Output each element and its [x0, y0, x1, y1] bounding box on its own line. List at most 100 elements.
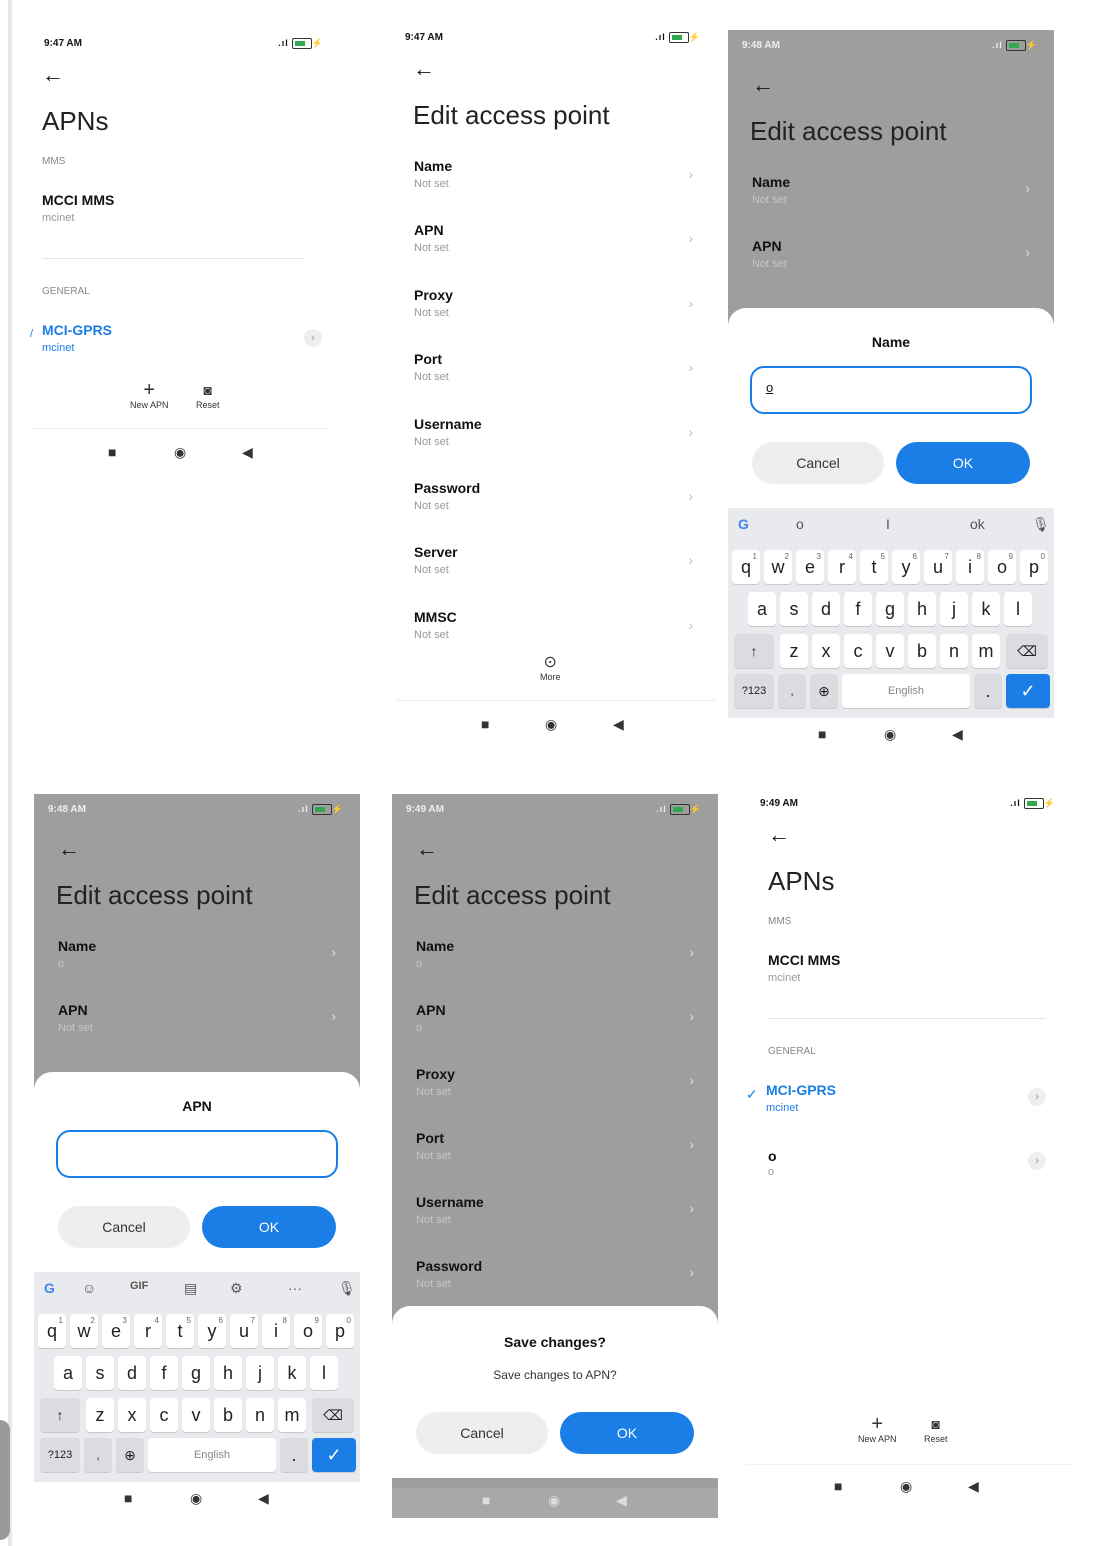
key-h[interactable]: h: [214, 1356, 242, 1390]
field-port[interactable]: Port: [414, 351, 442, 367]
period-key[interactable]: .: [280, 1438, 308, 1472]
apn-input[interactable]: [56, 1130, 338, 1178]
key-o[interactable]: o9: [988, 550, 1016, 584]
space-key[interactable]: English: [842, 674, 970, 708]
back-nav-icon[interactable]: ◀: [616, 1492, 627, 1509]
ok-button[interactable]: OK: [896, 442, 1030, 484]
back-arrow-icon[interactable]: ←: [42, 64, 64, 86]
field-name[interactable]: Name: [414, 158, 452, 174]
key-e[interactable]: e3: [796, 550, 824, 584]
field-username[interactable]: Username: [414, 416, 482, 432]
chevron-right-icon[interactable]: ›: [688, 359, 693, 375]
symbols-key[interactable]: ?123: [734, 674, 774, 708]
key-g[interactable]: g: [182, 1356, 210, 1390]
field-password[interactable]: Password: [414, 480, 480, 496]
key-o[interactable]: o9: [294, 1314, 322, 1348]
chevron-right-icon[interactable]: ›: [304, 329, 322, 347]
more-dots-icon[interactable]: ···: [288, 1280, 302, 1296]
chevron-right-icon[interactable]: ›: [688, 424, 693, 440]
key-k[interactable]: k: [278, 1356, 306, 1390]
chevron-right-icon[interactable]: ›: [688, 552, 693, 568]
key-x[interactable]: x: [118, 1398, 146, 1432]
mic-icon[interactable]: 🎙: [1032, 516, 1050, 533]
recents-icon[interactable]: ■: [482, 1492, 490, 1508]
suggestion[interactable]: ok: [970, 516, 985, 532]
enter-check-key[interactable]: ✓: [1006, 674, 1050, 708]
key-w[interactable]: w2: [764, 550, 792, 584]
home-icon[interactable]: ◉: [884, 726, 896, 743]
key-t[interactable]: t5: [860, 550, 888, 584]
backspace-icon[interactable]: ⌫: [312, 1398, 354, 1432]
globe-icon[interactable]: ⊕: [810, 674, 838, 708]
field-mmsc[interactable]: MMSC: [414, 609, 457, 625]
key-w[interactable]: w2: [70, 1314, 98, 1348]
key-d[interactable]: d: [118, 1356, 146, 1390]
apn-item-new-name[interactable]: o: [768, 1148, 777, 1164]
key-b[interactable]: b: [214, 1398, 242, 1432]
key-b[interactable]: b: [908, 634, 936, 668]
apn-item-general-name[interactable]: MCI-GPRS: [42, 322, 112, 338]
back-arrow-icon[interactable]: ←: [413, 58, 435, 80]
mic-icon[interactable]: 🎙: [338, 1280, 356, 1297]
apn-item-mms-name[interactable]: MCCI MMS: [42, 192, 114, 208]
key-i[interactable]: i8: [956, 550, 984, 584]
key-a[interactable]: a: [748, 592, 776, 626]
key-y[interactable]: y6: [892, 550, 920, 584]
recents-icon[interactable]: ■: [834, 1478, 842, 1494]
more-button[interactable]: ⊙ More: [540, 652, 561, 682]
field-proxy[interactable]: Proxy: [414, 287, 453, 303]
cancel-button[interactable]: Cancel: [58, 1206, 190, 1248]
chevron-right-icon[interactable]: ›: [688, 166, 693, 182]
recents-icon[interactable]: ■: [818, 726, 826, 742]
key-q[interactable]: q1: [732, 550, 760, 584]
back-nav-icon[interactable]: ◀: [613, 716, 624, 733]
key-i[interactable]: i8: [262, 1314, 290, 1348]
key-h[interactable]: h: [908, 592, 936, 626]
key-e[interactable]: e3: [102, 1314, 130, 1348]
symbols-key[interactable]: ?123: [40, 1438, 80, 1472]
emoji-comma-key[interactable]: ,: [778, 674, 806, 708]
apn-item-mms-name[interactable]: MCCI MMS: [768, 952, 840, 968]
chevron-right-icon[interactable]: ›: [688, 488, 693, 504]
key-z[interactable]: z: [86, 1398, 114, 1432]
google-icon[interactable]: G: [738, 516, 749, 532]
cancel-button[interactable]: Cancel: [752, 442, 884, 484]
key-c[interactable]: c: [844, 634, 872, 668]
key-s[interactable]: s: [780, 592, 808, 626]
back-nav-icon[interactable]: ◀: [968, 1478, 979, 1495]
key-u[interactable]: u7: [230, 1314, 258, 1348]
backspace-icon[interactable]: ⌫: [1006, 634, 1048, 668]
key-k[interactable]: k: [972, 592, 1000, 626]
key-y[interactable]: y6: [198, 1314, 226, 1348]
ok-button[interactable]: OK: [202, 1206, 336, 1248]
key-f[interactable]: f: [844, 592, 872, 626]
home-icon[interactable]: ◉: [174, 444, 186, 461]
key-v[interactable]: v: [182, 1398, 210, 1432]
key-n[interactable]: n: [940, 634, 968, 668]
ok-button[interactable]: OK: [560, 1412, 694, 1454]
key-q[interactable]: q1: [38, 1314, 66, 1348]
enter-check-key[interactable]: ✓: [312, 1438, 356, 1472]
recents-icon[interactable]: ■: [481, 716, 489, 732]
reset-button[interactable]: ◙ Reset: [924, 1414, 948, 1444]
new-apn-button[interactable]: + New APN: [858, 1414, 897, 1444]
back-nav-icon[interactable]: ◀: [258, 1490, 269, 1507]
chevron-right-icon[interactable]: ›: [688, 617, 693, 633]
key-p[interactable]: p0: [326, 1314, 354, 1348]
shift-icon[interactable]: ↑: [734, 634, 774, 668]
sticker-icon[interactable]: ☺: [82, 1280, 96, 1296]
chevron-right-icon[interactable]: ›: [1028, 1088, 1046, 1106]
key-m[interactable]: m: [972, 634, 1000, 668]
key-v[interactable]: v: [876, 634, 904, 668]
name-input[interactable]: o: [750, 366, 1032, 414]
period-key[interactable]: .: [974, 674, 1002, 708]
recents-icon[interactable]: ■: [124, 1490, 132, 1506]
recents-icon[interactable]: ■: [108, 444, 116, 460]
key-s[interactable]: s: [86, 1356, 114, 1390]
key-l[interactable]: l: [1004, 592, 1032, 626]
key-f[interactable]: f: [150, 1356, 178, 1390]
gear-icon[interactable]: ⚙: [230, 1280, 243, 1297]
emoji-comma-key[interactable]: ,: [84, 1438, 112, 1472]
field-server[interactable]: Server: [414, 544, 458, 560]
chevron-right-icon[interactable]: ›: [688, 230, 693, 246]
